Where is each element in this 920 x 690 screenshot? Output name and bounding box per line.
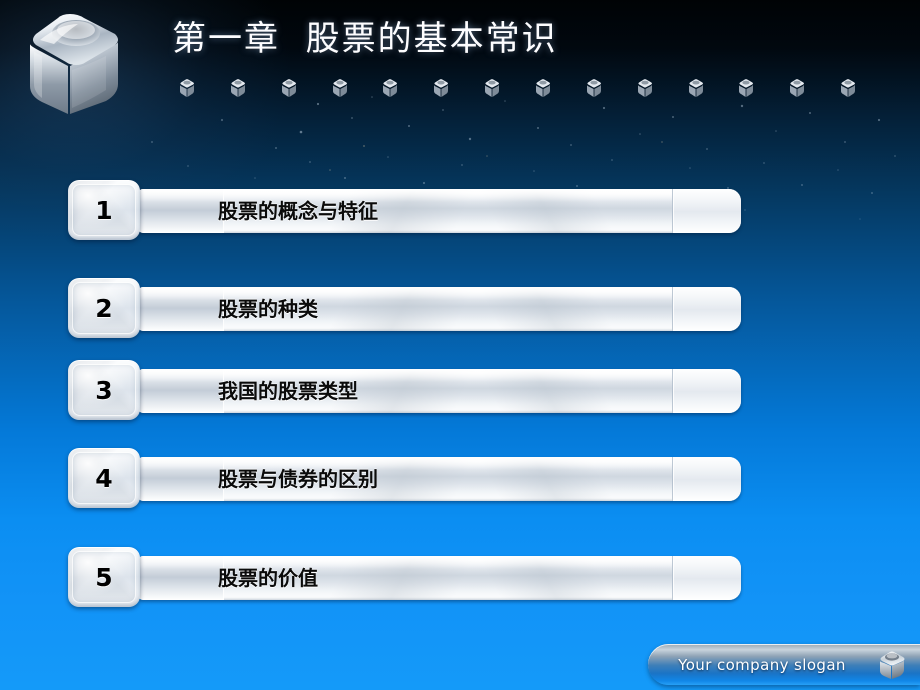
agenda-item[interactable]: 股票与债券的区别 4	[68, 448, 748, 508]
agenda-item-number-badge[interactable]: 3	[68, 360, 140, 420]
agenda-item-number-badge[interactable]: 4	[68, 448, 140, 508]
agenda-item-number: 4	[95, 463, 113, 493]
agenda-item-number: 1	[95, 195, 113, 225]
agenda-item[interactable]: 股票的概念与特征 1	[68, 180, 748, 240]
agenda-item[interactable]: 我国的股票类型 3	[68, 360, 748, 420]
agenda-item-number-badge[interactable]: 2	[68, 278, 140, 338]
agenda-item-label: 股票的概念与特征	[218, 199, 378, 223]
agenda-item[interactable]: 股票的价值 5	[68, 547, 748, 607]
agenda-item-label: 股票的种类	[218, 297, 318, 321]
company-slogan-text: Your company slogan	[678, 655, 846, 674]
agenda-item-number: 2	[95, 293, 113, 323]
company-slogan-bar[interactable]: Your company slogan	[648, 644, 920, 685]
agenda-item-label: 股票的价值	[218, 566, 318, 590]
presentation-slide: 第一章 股票的基本常识 股票的概念与特征 1 股票的种类 2 我国的股票类型 3 股票与债券…	[0, 0, 920, 690]
chrome-cube-icon	[880, 651, 905, 679]
agenda-item-number: 5	[95, 562, 113, 592]
agenda-item-number-badge[interactable]: 5	[68, 547, 140, 607]
agenda-item-number-badge[interactable]: 1	[68, 180, 140, 240]
agenda-item-label: 我国的股票类型	[218, 379, 358, 403]
agenda-item-number: 3	[95, 375, 113, 405]
agenda-list: 股票的概念与特征 1 股票的种类 2 我国的股票类型 3 股票与债券的区别 4 股票的价值 5	[0, 0, 920, 690]
agenda-item-label: 股票与债券的区别	[218, 467, 378, 491]
agenda-item[interactable]: 股票的种类 2	[68, 278, 748, 338]
